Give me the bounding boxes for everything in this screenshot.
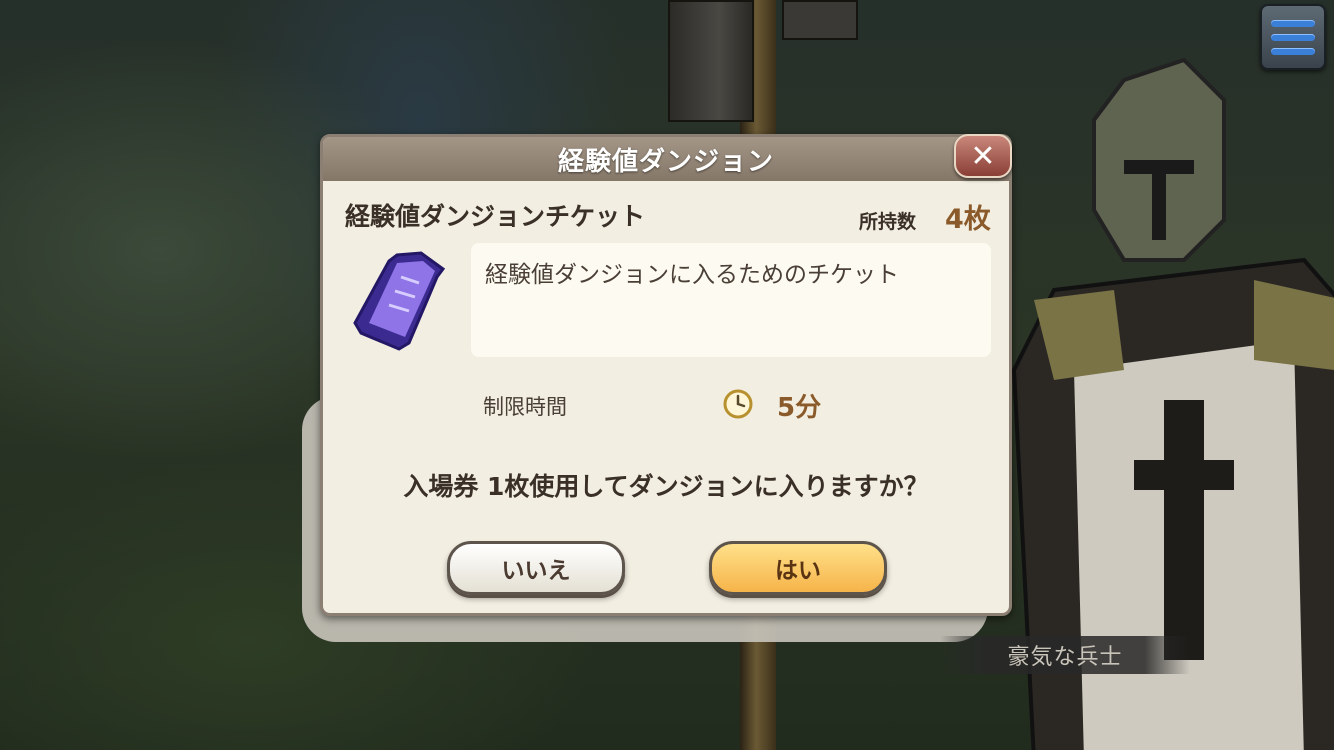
clock-icon <box>723 389 753 419</box>
menu-bar <box>1271 47 1315 55</box>
item-description: 経験値ダンジョンに入るためのチケット <box>485 262 899 288</box>
confirm-question: 入場券 1枚使用してダンジョンに入りますか？ <box>403 472 929 501</box>
dungeon-entry-dialog: 経験値ダンジョン 経験値ダンジョンチケット 所持数 4枚 経験値ダンジョンに入る… <box>320 134 1012 616</box>
menu-bar <box>1271 33 1315 41</box>
ticket-icon <box>353 251 446 351</box>
yes-button[interactable]: はい <box>709 541 887 595</box>
item-name: 経験値ダンジョンチケット <box>345 202 646 231</box>
owned-label: 所持数 <box>859 211 917 233</box>
dialog-title: 経験値ダンジョン <box>323 137 1009 181</box>
menu-bar <box>1271 19 1315 27</box>
hamburger-menu-icon[interactable] <box>1260 4 1326 70</box>
owned-count: 4枚 <box>945 204 991 235</box>
close-icon[interactable]: ✕ <box>954 134 1012 178</box>
hanging-banner <box>668 0 754 122</box>
time-limit-label: 制限時間 <box>483 395 567 419</box>
time-limit-value: 5分 <box>777 393 822 423</box>
hanging-banner-small <box>782 0 858 40</box>
speaker-name: 豪気な兵士 <box>940 636 1190 674</box>
no-button[interactable]: いいえ <box>447 541 625 595</box>
description-box: 経験値ダンジョンに入るためのチケット <box>471 243 991 357</box>
